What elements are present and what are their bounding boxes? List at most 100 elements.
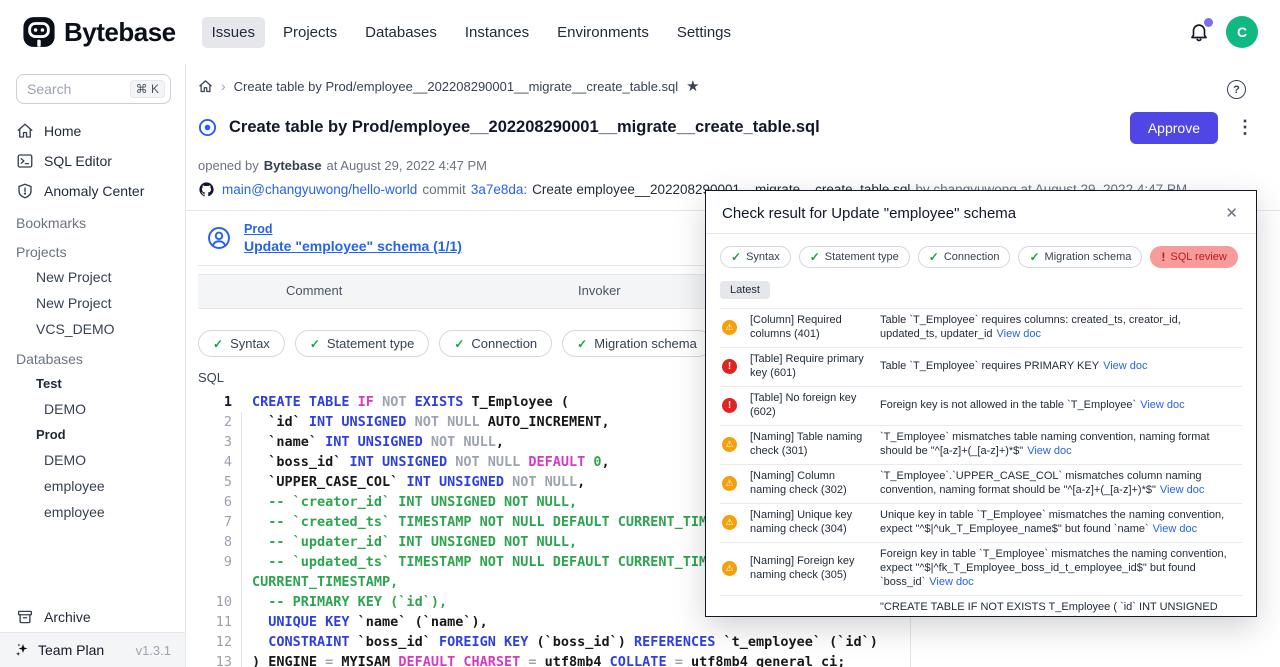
line-number: 5	[198, 472, 242, 492]
main-nav: Issues Projects Databases Instances Envi…	[202, 17, 1188, 48]
notification-bell-icon[interactable]	[1188, 21, 1210, 43]
opened-suffix: at August 29, 2022 4:47 PM	[327, 158, 487, 173]
plan-footer[interactable]: Team Plan v1.3.1	[0, 632, 185, 667]
check-pill[interactable]: Connection	[439, 330, 552, 357]
nav-item[interactable]: Instances	[455, 17, 539, 48]
view-doc-link[interactable]: View doc	[1027, 445, 1071, 457]
bookmark-star-icon[interactable]: ★	[686, 79, 699, 94]
chevron-right-icon: ›	[221, 78, 226, 94]
check-pill[interactable]: Connection	[918, 246, 1011, 268]
sql-token: utf8mb4	[545, 654, 610, 667]
close-icon[interactable]: ✕	[1223, 202, 1240, 224]
bytebase-logo[interactable]: Bytebase	[22, 15, 176, 49]
issue-title-row: Create table by Prod/employee__202208290…	[198, 107, 1260, 148]
sidebar-database-item[interactable]: employee	[0, 499, 185, 525]
rule-name: [Table] No foreign key (602)	[750, 392, 870, 420]
check-pill[interactable]: Syntax	[720, 246, 791, 268]
check-status-icon	[577, 336, 587, 351]
check-pill[interactable]: Statement type	[295, 330, 430, 357]
stage-environment-link[interactable]: Prod	[244, 222, 462, 236]
help-icon[interactable]: ?	[1227, 80, 1246, 99]
rule-name: [Column] Required columns (401)	[750, 314, 870, 342]
nav-item[interactable]: Settings	[667, 17, 741, 48]
sidebar-section-projects: Projects	[0, 235, 185, 264]
review-rule-list: [Column] Required columns (401) Table `T…	[720, 308, 1242, 616]
line-number: 2	[198, 412, 242, 432]
archive-icon	[16, 608, 34, 626]
sql-token: UNIQUE KEY	[268, 614, 357, 630]
sidebar-section-bookmarks: Bookmarks	[0, 206, 185, 235]
sidebar-project-item[interactable]: VCS_DEMO	[0, 316, 185, 342]
rule-detail-text: `T_Employee`.`UPPER_CASE_COL` mismatches…	[880, 470, 1202, 496]
sidebar-item-icon	[16, 122, 34, 140]
view-doc-link[interactable]: View doc	[997, 328, 1041, 340]
opened-prefix: opened by	[198, 158, 259, 173]
app-version: v1.3.1	[136, 643, 171, 658]
sql-token: DEFAULT CHARSET	[398, 654, 528, 667]
sql-token: `t_employee` (`id`)	[723, 634, 877, 650]
invoker-column-header: Invoker	[578, 283, 621, 298]
sql-token: ,	[496, 434, 504, 450]
nav-item[interactable]: Issues	[202, 17, 265, 48]
modal-body: Syntax Statement type Connection	[706, 234, 1256, 616]
rule-name: [Naming] Table naming check (301)	[750, 431, 870, 459]
view-doc-link[interactable]: View doc	[1160, 484, 1204, 496]
sidebar-database-item[interactable]: Test	[0, 371, 185, 396]
check-pill-label: SQL review	[1170, 251, 1226, 263]
sql-token	[252, 614, 268, 630]
sql-token: -- `creator_id` INT UNSIGNED NOT NULL,	[252, 494, 577, 510]
breadcrumb-title: Create table by Prod/employee__202208290…	[234, 79, 678, 94]
approve-button[interactable]: Approve	[1130, 112, 1218, 144]
sidebar-section-databases: Databases	[0, 342, 185, 371]
stage-task-link[interactable]: Update "employee" schema (1/1)	[244, 238, 462, 254]
vcs-branch-link[interactable]: main@changyuwong/hello-world	[222, 182, 417, 197]
sidebar-project-item[interactable]: New Project	[0, 290, 185, 316]
nav-item[interactable]: Databases	[355, 17, 447, 48]
view-doc-link[interactable]: View doc	[1153, 523, 1197, 535]
check-pill[interactable]: SQL review	[1150, 246, 1237, 268]
user-avatar[interactable]: C	[1226, 16, 1258, 48]
view-doc-link[interactable]: View doc	[1103, 360, 1147, 372]
sql-token: =	[325, 654, 341, 667]
review-rule-row: [Table] Require primary key (601) Table …	[720, 348, 1242, 387]
sidebar-database-item[interactable]: employee	[0, 473, 185, 499]
commit-hash-link[interactable]: 3a7e8da:	[471, 182, 527, 197]
view-doc-link[interactable]: View doc	[1140, 399, 1184, 411]
sql-token: ,	[577, 474, 585, 490]
check-pill-label: Migration schema	[594, 336, 697, 351]
github-icon	[198, 181, 215, 198]
view-doc-link[interactable]: View doc	[929, 576, 973, 588]
sql-token: `boss_id`	[252, 454, 350, 470]
notification-dot	[1204, 18, 1213, 27]
latest-filter-chip[interactable]: Latest	[720, 281, 770, 299]
check-pill[interactable]: Statement type	[799, 246, 910, 268]
nav-item[interactable]: Projects	[273, 17, 347, 48]
severity-icon	[722, 398, 737, 413]
sql-code-line: 12 CONSTRAINT `boss_id` FOREIGN KEY (`bo…	[198, 632, 910, 652]
sql-code-text: CONSTRAINT `boss_id` FOREIGN KEY (`boss_…	[242, 632, 910, 652]
search-input[interactable]: Search ⌘ K	[16, 74, 171, 104]
check-pill[interactable]: Syntax	[198, 330, 285, 357]
sql-token: MYISAM	[341, 654, 398, 667]
line-number: 4	[198, 452, 242, 472]
nav-item[interactable]: Environments	[547, 17, 659, 48]
sidebar-database-item[interactable]: DEMO	[0, 447, 185, 473]
sidebar-database-item[interactable]: DEMO	[0, 396, 185, 422]
sidebar-database-item[interactable]: Prod	[0, 422, 185, 447]
sidebar-project-item[interactable]: New Project	[0, 264, 185, 290]
check-pill[interactable]: Migration schema	[562, 330, 712, 357]
home-breadcrumb-icon[interactable]	[198, 79, 213, 94]
check-pill[interactable]: Migration schema	[1018, 246, 1142, 268]
sidebar-item[interactable]: Anomaly Center	[0, 176, 185, 206]
sidebar-item[interactable]: Home	[0, 116, 185, 146]
search-placeholder: Search	[27, 81, 71, 97]
check-status-icon	[213, 336, 223, 351]
sidebar-item[interactable]: SQL Editor	[0, 146, 185, 176]
check-pill-label: Connection	[944, 251, 1000, 263]
sidebar-item-archive[interactable]: Archive	[0, 602, 185, 632]
kebab-menu-icon[interactable]: ⋮	[1230, 117, 1260, 138]
sql-token: EXISTS	[415, 394, 472, 410]
issue-status-open-icon	[198, 118, 217, 137]
check-pill-label: Migration schema	[1045, 251, 1132, 263]
rule-name: [Naming] Column naming check (302)	[750, 470, 870, 498]
